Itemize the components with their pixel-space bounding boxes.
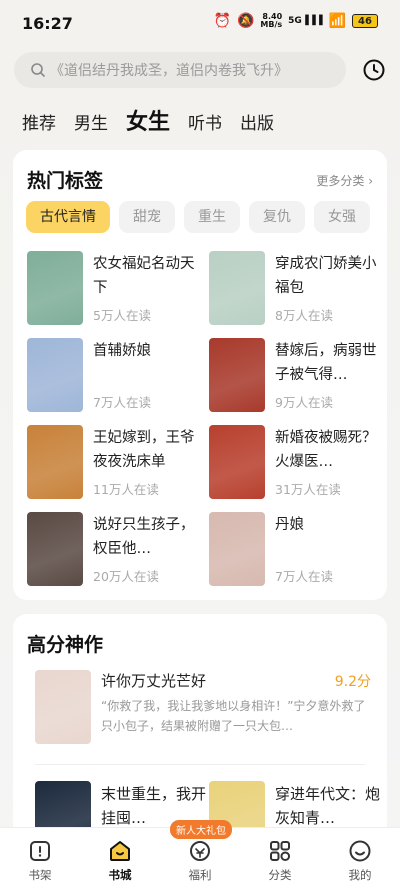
book-item[interactable]: 说好只生孩子，权臣他… 20万人在读: [27, 512, 207, 586]
search-icon: [31, 63, 45, 77]
book-item[interactable]: 穿成农门娇美小福包 8万人在读: [209, 251, 387, 325]
book-readers: 7万人在读: [275, 569, 333, 584]
tag-strong-female[interactable]: 女强: [314, 201, 370, 233]
status-bar: 16:27 ⏰ 🔕 8.40 MB/s 5G▐▐▐ 📶 46: [0, 0, 400, 44]
nav-category[interactable]: 分类: [240, 828, 320, 889]
book-title: 许你万丈光芒好: [101, 672, 207, 690]
nav-profile[interactable]: 我的: [320, 828, 400, 889]
new-user-gift-badge[interactable]: 新人大礼包: [170, 820, 232, 839]
book-cover: [27, 251, 83, 325]
tag-row: 古代言情 甜宠 重生 复仇 女强: [26, 201, 370, 233]
nav-label: 书架: [28, 868, 52, 882]
book-readers: 9万人在读: [275, 395, 333, 410]
alarm-icon: ⏰: [213, 13, 231, 29]
tag-ancient-romance[interactable]: 古代言情: [26, 201, 110, 233]
book-cover: [35, 670, 91, 744]
tab-recommend[interactable]: 推荐: [22, 109, 56, 134]
status-time: 16:27: [22, 14, 73, 33]
category-grid-icon: [270, 841, 291, 862]
more-categories-link[interactable]: 更多分类 ›: [316, 172, 373, 189]
book-cover: [209, 251, 265, 325]
book-title: 穿成农门娇美小福包: [275, 256, 377, 296]
book-cover: [27, 338, 83, 412]
bell-muted-icon: 🔕: [236, 13, 255, 29]
book-score: 9.2分: [334, 674, 371, 690]
book-item[interactable]: 丹娘 7万人在读: [209, 512, 387, 586]
network-speed: 8.40 MB/s: [260, 13, 282, 29]
high-score-card: 高分神作 许你万丈光芒好 9.2分 “你救了我，我让我爹地以身相许！”宁夕意外救…: [13, 614, 387, 854]
tag-rebirth[interactable]: 重生: [184, 201, 240, 233]
book-title: 农女福妃名动天下: [93, 256, 195, 296]
book-readers: 7万人在读: [93, 395, 151, 410]
tag-revenge[interactable]: 复仇: [249, 201, 305, 233]
bottom-nav: 书架 书城 新人大礼包 福利 分类 我的: [0, 820, 400, 889]
book-title: 首辅娇娘: [93, 343, 151, 359]
book-readers: 11万人在读: [93, 482, 159, 497]
high-score-title: 高分神作: [27, 634, 104, 656]
book-cover: [209, 512, 265, 586]
welfare-gift-icon: [190, 841, 210, 861]
featured-book[interactable]: 许你万丈光芒好 9.2分 “你救了我，我让我爹地以身相许！”宁夕意外救了只小包子…: [35, 670, 371, 762]
book-item[interactable]: 首辅娇娘 7万人在读: [27, 338, 207, 412]
book-readers: 20万人在读: [93, 569, 159, 584]
tab-audiobook[interactable]: 听书: [188, 109, 222, 134]
tag-sweet[interactable]: 甜宠: [119, 201, 175, 233]
tab-published[interactable]: 出版: [240, 109, 274, 134]
divider: [35, 764, 365, 765]
chevron-right-icon: ›: [368, 174, 373, 188]
hot-tags-title: 热门标签: [27, 170, 104, 192]
tab-male[interactable]: 男生: [74, 109, 108, 134]
bookstore-home-icon: [110, 841, 130, 861]
book-readers: 5万人在读: [93, 308, 151, 323]
net-speed-unit: MB/s: [260, 20, 283, 29]
wifi-icon: 📶: [328, 13, 346, 29]
book-item[interactable]: 王妃嫁到，王爷夜夜洗床单 11万人在读: [27, 425, 207, 499]
book-title: 丹娘: [275, 517, 304, 533]
book-title: 穿进年代文：炮灰知青…: [275, 785, 381, 827]
nav-label: 书城: [108, 868, 132, 882]
bookshelf-icon: [30, 841, 50, 861]
signal-icon: 5G▐▐▐: [288, 16, 323, 26]
book-title: 说好只生孩子，权臣他…: [93, 517, 195, 557]
book-cover: [209, 425, 265, 499]
book-title: 新婚夜被赐死？火爆医…: [275, 430, 377, 470]
book-description: “你救了我，我让我爹地以身相许！”宁夕意外救了只小包子，结果被附赠了一只大包…: [101, 699, 366, 733]
nav-label: 福利: [188, 868, 212, 882]
nav-bookshelf[interactable]: 书架: [0, 828, 80, 889]
nav-welfare[interactable]: 新人大礼包 福利: [160, 820, 240, 889]
battery-level: 46: [358, 15, 372, 27]
battery-icon: 46: [352, 14, 378, 28]
signal-label: 5G: [288, 16, 302, 26]
book-readers: 31万人在读: [275, 482, 341, 497]
book-title: 替嫁后，病弱世子被气得…: [275, 343, 377, 383]
book-cover: [209, 338, 265, 412]
book-item[interactable]: 替嫁后，病弱世子被气得… 9万人在读: [209, 338, 387, 412]
category-tabs: 推荐 男生 女生 听书 出版: [22, 104, 274, 136]
book-item[interactable]: 新婚夜被赐死？火爆医… 31万人在读: [209, 425, 387, 499]
hot-tags-card: 热门标签 更多分类 › 古代言情 甜宠 重生 复仇 女强 农女福妃名动天下 5万…: [13, 150, 387, 600]
status-icons: ⏰ 🔕 8.40 MB/s 5G▐▐▐ 📶 46: [214, 13, 378, 29]
profile-smile-icon: [349, 840, 371, 862]
search-placeholder: 《道侣结丹我成圣，道侣内卷我飞升》: [50, 63, 288, 79]
book-cover: [27, 425, 83, 499]
search-input[interactable]: 《道侣结丹我成圣，道侣内卷我飞升》: [14, 52, 346, 88]
nav-label: 分类: [268, 868, 292, 882]
history-clock-icon[interactable]: [362, 58, 386, 82]
tab-female[interactable]: 女生: [126, 104, 170, 136]
search-row: 《道侣结丹我成圣，道侣内卷我飞升》: [14, 52, 386, 88]
nav-label: 我的: [348, 868, 372, 882]
more-categories-label: 更多分类: [316, 174, 365, 188]
book-readers: 8万人在读: [275, 308, 333, 323]
book-item[interactable]: 农女福妃名动天下 5万人在读: [27, 251, 207, 325]
book-cover: [27, 512, 83, 586]
book-title: 王妃嫁到，王爷夜夜洗床单: [93, 430, 195, 470]
nav-bookstore[interactable]: 书城: [80, 828, 160, 889]
